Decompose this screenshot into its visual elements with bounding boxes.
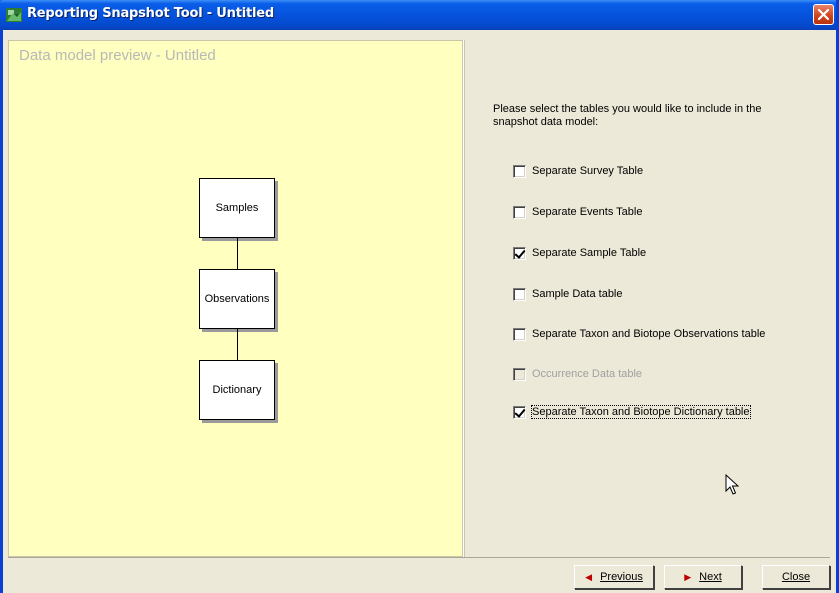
previous-button[interactable]: ◀ Previous — [574, 565, 654, 589]
option-label: Separate Taxon and Biotope Dictionary ta… — [531, 405, 751, 419]
left-arrow-icon: ◀ — [585, 571, 593, 582]
previous-label: Previous — [600, 571, 643, 583]
checkbox-sample-data-table[interactable] — [513, 287, 526, 301]
option-taxon-biotope-observations[interactable]: Separate Taxon and Biotope Observations … — [513, 326, 765, 342]
close-window-button[interactable] — [813, 4, 834, 25]
title-bar[interactable]: Reporting Snapshot Tool - Untitled — [0, 0, 836, 30]
connector-observations-dictionary — [237, 329, 238, 360]
checkbox-occurrence-data-table — [513, 367, 526, 381]
mouse-pointer-icon — [725, 473, 740, 499]
panel-divider — [463, 40, 465, 557]
option-label: Occurrence Data table — [532, 368, 643, 380]
option-occurrence-data-table: Occurrence Data table — [513, 366, 642, 382]
app-icon — [5, 6, 23, 24]
node-observations: Observations — [199, 269, 275, 329]
option-taxon-biotope-dictionary[interactable]: Separate Taxon and Biotope Dictionary ta… — [513, 404, 751, 420]
checkbox-taxon-biotope-dictionary[interactable] — [513, 405, 526, 419]
option-label: Separate Events Table — [532, 206, 643, 218]
close-icon — [817, 8, 830, 21]
option-label: Separate Sample Table — [532, 247, 647, 259]
preview-title: Data model preview - Untitled — [19, 47, 216, 64]
option-sample-data-table[interactable]: Sample Data table — [513, 286, 623, 302]
node-samples: Samples — [199, 178, 275, 238]
option-label: Separate Taxon and Biotope Observations … — [532, 328, 766, 340]
checkbox-taxon-biotope-observations[interactable] — [513, 327, 526, 341]
connector-samples-observations — [237, 238, 238, 269]
option-survey-table[interactable]: Separate Survey Table — [513, 163, 643, 179]
close-label: Close — [781, 571, 811, 583]
option-label: Separate Survey Table — [532, 165, 644, 177]
right-arrow-icon: ▶ — [684, 571, 692, 582]
close-button[interactable]: Close — [762, 565, 830, 589]
checkbox-survey-table[interactable] — [513, 164, 526, 178]
option-sample-table[interactable]: Separate Sample Table — [513, 245, 646, 261]
checkbox-sample-table[interactable] — [513, 246, 526, 260]
next-label: Next — [699, 571, 722, 583]
option-events-table[interactable]: Separate Events Table — [513, 204, 642, 220]
selection-prompt: Please select the tables you would like … — [493, 103, 762, 128]
next-button[interactable]: ▶ Next — [664, 565, 742, 589]
checkbox-events-table[interactable] — [513, 205, 526, 219]
window-title: Reporting Snapshot Tool - Untitled — [27, 6, 274, 21]
option-label: Sample Data table — [532, 288, 623, 300]
node-dictionary: Dictionary — [199, 360, 275, 420]
